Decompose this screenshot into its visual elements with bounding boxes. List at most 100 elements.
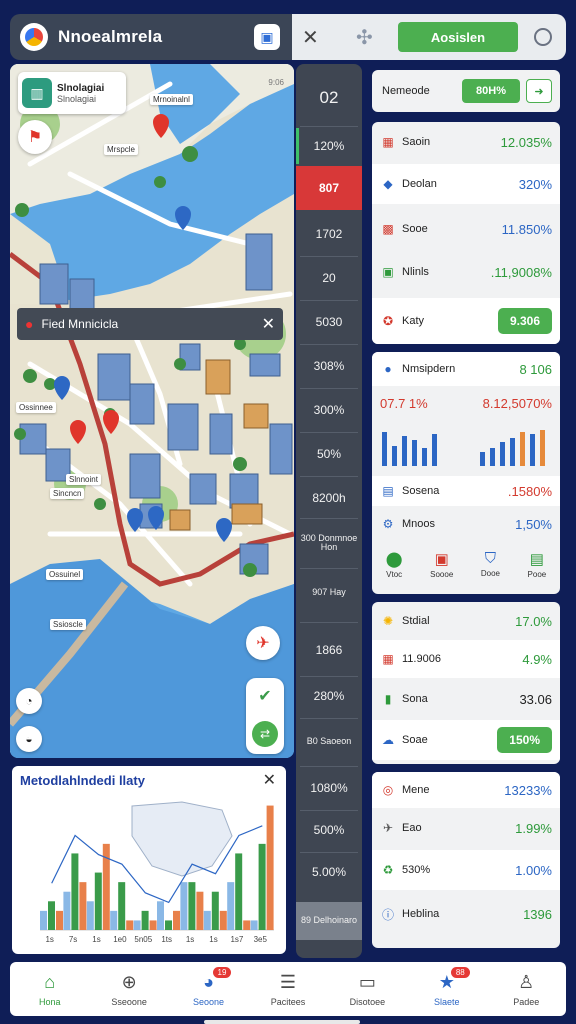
close-icon[interactable]: ✕ bbox=[262, 314, 275, 334]
metric-row[interactable]: ✺ Stdial 17.0% bbox=[372, 602, 560, 640]
chart-bar[interactable] bbox=[126, 920, 134, 930]
chart-bar[interactable] bbox=[258, 843, 266, 930]
map-label[interactable]: Slnnoint bbox=[66, 474, 101, 485]
nav-item-profile[interactable]: ♙ Padee bbox=[487, 962, 566, 1016]
status-ring-icon[interactable] bbox=[534, 28, 552, 46]
value-cell[interactable]: 8200h bbox=[296, 480, 362, 516]
chart-bar[interactable] bbox=[40, 910, 47, 930]
value-cell-footer[interactable]: 89 Delhoinaro bbox=[296, 902, 362, 940]
map-label[interactable]: Ssioscle bbox=[50, 619, 86, 630]
value-cell[interactable]: 1866 bbox=[296, 632, 362, 668]
value-cell[interactable]: 5.00% bbox=[296, 854, 362, 890]
metric-pill-button[interactable]: 150% bbox=[497, 727, 552, 753]
chart-bar[interactable] bbox=[165, 920, 172, 930]
chart-bar[interactable] bbox=[173, 910, 180, 930]
value-cell[interactable]: 5030 bbox=[296, 304, 362, 340]
metric-row[interactable]: ✈ Eao 1.99% bbox=[372, 808, 560, 848]
primary-action-button[interactable]: Aosislen bbox=[398, 22, 518, 52]
value-cell[interactable]: 308% bbox=[296, 348, 362, 384]
poi-button-icon[interactable]: ✈ bbox=[246, 626, 280, 660]
chart-bar[interactable] bbox=[94, 872, 102, 930]
window-icon[interactable]: ▣ bbox=[254, 24, 280, 50]
chart-bar[interactable] bbox=[196, 891, 204, 930]
puzzle-icon[interactable]: ✣ bbox=[356, 25, 373, 50]
nav-item-search[interactable]: ⊕ Sseoone bbox=[89, 962, 168, 1016]
nav-item-states[interactable]: ★ 88 Slaete bbox=[407, 962, 486, 1016]
location-card[interactable]: ▥ Slnolagiai Slnolagiai bbox=[18, 72, 126, 114]
metric-row[interactable]: ◆ Deolan 320% bbox=[372, 164, 560, 204]
nav-item-stats[interactable]: ◕ 19 Seoone bbox=[169, 962, 248, 1016]
route-icon[interactable]: ⇄ bbox=[252, 720, 278, 747]
chart-bar[interactable] bbox=[118, 882, 126, 930]
chart-bar[interactable] bbox=[63, 891, 71, 930]
chart-bar[interactable] bbox=[227, 882, 235, 930]
map-label[interactable]: Mrspcle bbox=[104, 144, 139, 155]
chart-bar[interactable] bbox=[71, 853, 79, 930]
metric-row[interactable]: ✪ Katy 9.306 bbox=[372, 298, 560, 344]
map-label[interactable]: Ossinnee bbox=[16, 402, 56, 413]
value-cell[interactable]: 120% bbox=[296, 128, 362, 164]
metric-row[interactable]: ☁ Soae 150% bbox=[372, 720, 560, 760]
metric-row[interactable]: ♻ 530% 1.00% bbox=[372, 850, 560, 890]
place-popup[interactable]: ● Fied Mnnicicla ✕ bbox=[17, 308, 283, 340]
metric-row[interactable]: ▦ 11.9006 4.9% bbox=[372, 640, 560, 678]
quick-icon-item[interactable]: ▤ Pooe bbox=[528, 550, 547, 579]
metrics-header-button[interactable]: 80H% bbox=[462, 79, 520, 103]
chart-bar[interactable] bbox=[133, 920, 141, 930]
metric-row[interactable]: ● Nmsipdern 8 106 bbox=[372, 352, 560, 386]
value-cell[interactable]: 500% bbox=[296, 812, 362, 848]
value-cell[interactable]: 1702 bbox=[296, 216, 362, 252]
value-cell[interactable]: 300% bbox=[296, 392, 362, 428]
value-cell[interactable]: 300 Donmnoe Hon bbox=[296, 522, 362, 564]
value-cell-alert[interactable]: 807 bbox=[296, 166, 362, 210]
map-label[interactable]: Ossuinel bbox=[46, 569, 84, 580]
chart-bar[interactable] bbox=[48, 901, 55, 930]
metric-row[interactable]: ▦ Saoin 12.035% bbox=[372, 122, 560, 162]
poi-icon[interactable]: ⚑ bbox=[18, 120, 52, 154]
value-cell[interactable]: B0 Saoeon bbox=[296, 722, 362, 762]
nav-item-directory[interactable]: ▭ Disotoee bbox=[328, 962, 407, 1016]
metric-row[interactable]: ▮ Sona 33.06 bbox=[372, 680, 560, 718]
chart-bar[interactable] bbox=[79, 882, 87, 930]
chart-bar[interactable] bbox=[141, 910, 149, 930]
metric-row[interactable]: ▤ Sosena .1580% bbox=[372, 476, 560, 506]
arrow-right-icon[interactable]: ➜ bbox=[526, 79, 552, 103]
map-view[interactable]: ▥ Slnolagiai Slnolagiai 9:06 Mrnoinalnl … bbox=[10, 64, 294, 758]
nav-item-home[interactable]: ⌂ Hona bbox=[10, 962, 89, 1016]
value-cell[interactable]: 1080% bbox=[296, 770, 362, 806]
chart-bar[interactable] bbox=[266, 805, 274, 930]
quick-icon-item[interactable]: ▣ Soooe bbox=[430, 550, 453, 579]
value-cell[interactable]: 907 Hay bbox=[296, 572, 362, 614]
value-cell[interactable]: 20 bbox=[296, 260, 362, 296]
layers-icon[interactable]: ◒ bbox=[16, 726, 42, 752]
quick-icon-item[interactable]: ⬤ Vtoc bbox=[386, 550, 403, 579]
chart-bar[interactable] bbox=[180, 882, 188, 930]
nav-item-pages[interactable]: ☰ Pacitees bbox=[248, 962, 327, 1016]
quick-icon-item[interactable]: ⛉ Dooe bbox=[481, 550, 500, 579]
metric-row[interactable]: ▩ Sooe 11.850% bbox=[372, 208, 560, 250]
metric-row[interactable]: ⚙ Mnoos 1,50% bbox=[372, 508, 560, 540]
metric-row[interactable]: ◎ Mene 13233% bbox=[372, 772, 560, 808]
value-cell[interactable]: 280% bbox=[296, 678, 362, 714]
chart-bar[interactable] bbox=[86, 901, 94, 930]
chart-bar[interactable] bbox=[157, 901, 164, 930]
chart-bar[interactable] bbox=[219, 910, 227, 930]
chart-bar[interactable] bbox=[110, 910, 118, 930]
value-cell[interactable]: 50% bbox=[296, 436, 362, 472]
chart-bar[interactable] bbox=[203, 910, 211, 930]
chart-bar[interactable] bbox=[149, 920, 157, 930]
value-cell[interactable]: 02 bbox=[296, 78, 362, 118]
metric-pill-button[interactable]: 9.306 bbox=[497, 308, 552, 334]
chart-bar[interactable] bbox=[56, 910, 63, 930]
direction-icon[interactable]: ✔ bbox=[258, 686, 271, 706]
compass-icon[interactable]: ◔ bbox=[16, 688, 42, 714]
map-label[interactable]: Mrnoinalnl bbox=[150, 94, 193, 105]
close-icon[interactable]: ✕ bbox=[263, 770, 276, 790]
chart-bar[interactable] bbox=[188, 882, 196, 930]
close-icon[interactable]: ✕ bbox=[302, 25, 330, 50]
chart-bar[interactable] bbox=[235, 853, 243, 930]
chart-bar[interactable] bbox=[211, 891, 219, 930]
chart-bar[interactable] bbox=[250, 920, 258, 930]
metric-row[interactable]: ⓘ Heblina 1396 bbox=[372, 894, 560, 934]
chart-bar[interactable] bbox=[243, 920, 251, 930]
